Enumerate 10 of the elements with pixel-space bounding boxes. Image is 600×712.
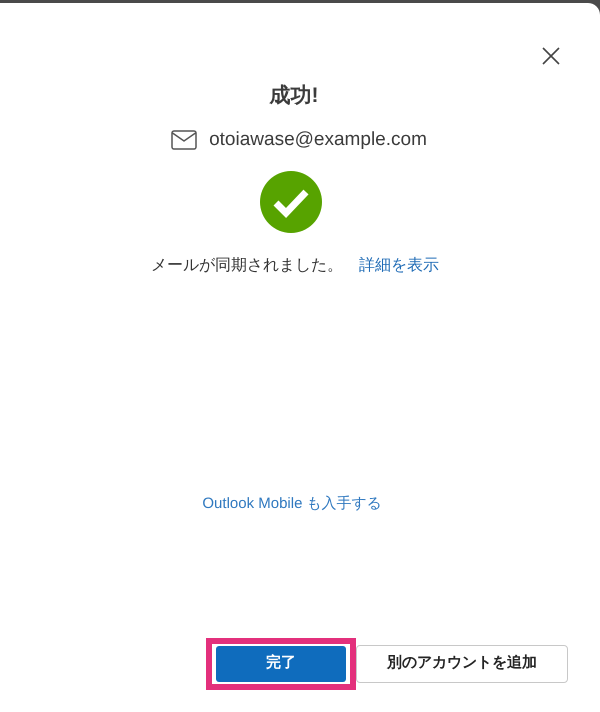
sync-message: メールが同期されました。 xyxy=(151,256,343,276)
outlook-mobile-link[interactable]: Outlook Mobile も入手する xyxy=(202,493,382,516)
check-icon xyxy=(259,170,323,234)
account-email: otoiawase@example.com xyxy=(209,128,427,152)
done-button[interactable]: 完了 xyxy=(216,646,346,682)
envelope-icon xyxy=(171,130,198,150)
dialog-title: 成功! xyxy=(270,83,318,109)
details-link[interactable]: 詳細を表示 xyxy=(359,254,439,278)
add-account-button[interactable]: 別のアカウントを追加 xyxy=(356,644,568,682)
close-icon[interactable] xyxy=(542,47,560,65)
